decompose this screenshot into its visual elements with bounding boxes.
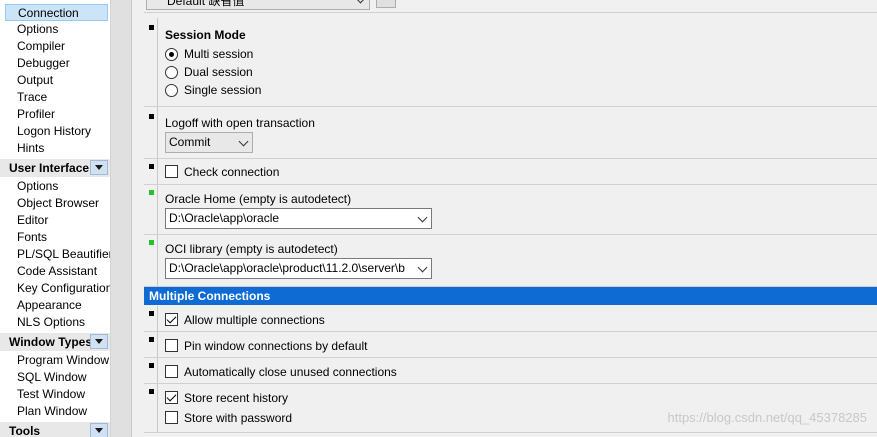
group-window-types[interactable]: Window Types bbox=[0, 332, 110, 351]
divider bbox=[157, 159, 158, 184]
auto-close-checkbox[interactable] bbox=[165, 365, 178, 378]
radio-label: Single session bbox=[184, 83, 262, 97]
chevron-down-icon bbox=[355, 0, 366, 4]
divider bbox=[157, 185, 158, 234]
divider bbox=[157, 384, 158, 432]
check-connection-row: Check connection bbox=[144, 159, 877, 185]
set-options-button[interactable] bbox=[376, 0, 396, 8]
chevron-down-icon bbox=[417, 262, 428, 273]
tree-item-plan-window[interactable]: Plan Window bbox=[17, 403, 87, 420]
tree-item-sql-window[interactable]: SQL Window bbox=[17, 369, 87, 386]
oracle-home-row: Oracle Home (empty is autodetect) D:\Ora… bbox=[144, 185, 877, 235]
allow-multiple-checkbox[interactable] bbox=[165, 313, 178, 326]
checkbox-label: Store with password bbox=[184, 411, 293, 425]
tree-item-compiler[interactable]: Compiler bbox=[17, 38, 65, 55]
radio-multi-session[interactable] bbox=[165, 48, 178, 61]
logoff-value: Commit bbox=[169, 135, 211, 149]
divider bbox=[157, 18, 158, 106]
logoff-combo[interactable]: Commit bbox=[165, 132, 253, 153]
splitter[interactable] bbox=[111, 0, 132, 437]
auto-close-row: Automatically close unused connections bbox=[144, 358, 877, 384]
chevron-down-icon[interactable] bbox=[90, 334, 108, 349]
store-password-checkbox[interactable] bbox=[165, 411, 178, 424]
tree-item-trace[interactable]: Trace bbox=[17, 89, 47, 106]
tree-item-test-window[interactable]: Test Window bbox=[17, 386, 85, 403]
tree-item-appearance[interactable]: Appearance bbox=[17, 297, 82, 314]
tree-item-plsql-beautifier[interactable]: PL/SQL Beautifier bbox=[17, 246, 110, 263]
tree-item-hints[interactable]: Hints bbox=[17, 140, 44, 157]
divider bbox=[157, 358, 158, 383]
tree-item-object-browser[interactable]: Object Browser bbox=[17, 195, 99, 212]
tree-item-output[interactable]: Output bbox=[17, 72, 53, 89]
check-connection-checkbox[interactable] bbox=[165, 165, 178, 178]
tree-item-fonts[interactable]: Fonts bbox=[17, 229, 47, 246]
row-marker bbox=[149, 25, 154, 30]
pin-connections-row: Pin window connections by default bbox=[144, 332, 877, 358]
tree-item-debugger[interactable]: Debugger bbox=[17, 55, 70, 72]
tree-item-program-window[interactable]: Program Window bbox=[17, 352, 109, 369]
checkbox-label: Pin window connections by default bbox=[184, 339, 368, 353]
checkbox-label: Check connection bbox=[184, 165, 280, 179]
session-mode-title: Session Mode bbox=[165, 28, 246, 42]
row-marker bbox=[149, 363, 154, 368]
chevron-down-icon bbox=[238, 136, 249, 147]
store-history-checkbox[interactable] bbox=[165, 391, 178, 404]
row-marker bbox=[149, 190, 154, 195]
group-label: Tools bbox=[9, 424, 41, 437]
tree-item-logon-history[interactable]: Logon History bbox=[17, 123, 91, 140]
row-marker bbox=[149, 389, 154, 394]
session-mode-row: Session Mode Multi session Dual session … bbox=[144, 18, 877, 107]
radio-label: Multi session bbox=[184, 47, 254, 61]
tree-item-editor[interactable]: Editor bbox=[17, 212, 48, 229]
group-user-interface[interactable]: User Interface bbox=[0, 158, 110, 177]
oracle-home-combo[interactable]: D:\Oracle\app\oracle bbox=[165, 208, 432, 229]
divider bbox=[157, 306, 158, 331]
oracle-home-value: D:\Oracle\app\oracle bbox=[169, 211, 280, 225]
store-history-row: Store recent history Store with password bbox=[144, 384, 877, 433]
watermark: https://blog.csdn.net/qq_45378285 bbox=[667, 410, 868, 425]
multiple-connections-header: Multiple Connections bbox=[144, 287, 877, 305]
row-marker bbox=[149, 164, 154, 169]
oci-library-value: D:\Oracle\app\oracle\product\11.2.0\serv… bbox=[169, 261, 405, 275]
chevron-down-icon bbox=[417, 212, 428, 223]
oci-library-label: OCI library (empty is autodetect) bbox=[165, 242, 338, 256]
tree-item-key-configuration[interactable]: Key Configuration bbox=[17, 280, 110, 297]
chevron-down-icon[interactable] bbox=[90, 160, 108, 175]
group-label: User Interface bbox=[9, 161, 90, 175]
preferences-tree: Connection Options Compiler Debugger Out… bbox=[0, 0, 111, 437]
checkbox-label: Allow multiple connections bbox=[184, 313, 325, 327]
preference-set-value: Default 缺省值 bbox=[167, 0, 245, 8]
group-label: Window Types bbox=[9, 335, 93, 349]
checkbox-label: Store recent history bbox=[184, 391, 289, 405]
row-marker bbox=[149, 311, 154, 316]
divider bbox=[144, 12, 877, 13]
logoff-label: Logoff with open transaction bbox=[165, 116, 315, 130]
row-marker bbox=[149, 114, 154, 119]
oci-library-combo[interactable]: D:\Oracle\app\oracle\product\11.2.0\serv… bbox=[165, 258, 432, 279]
radio-label: Dual session bbox=[184, 65, 253, 79]
tree-item-profiler[interactable]: Profiler bbox=[17, 106, 55, 123]
tree-item-nls-options[interactable]: NLS Options bbox=[17, 314, 85, 331]
tree-item-options[interactable]: Options bbox=[17, 21, 58, 38]
tree-item-code-assistant[interactable]: Code Assistant bbox=[17, 263, 97, 280]
divider bbox=[157, 235, 158, 286]
oracle-home-label: Oracle Home (empty is autodetect) bbox=[165, 192, 352, 206]
group-tools[interactable]: Tools bbox=[0, 421, 110, 437]
tree-item-ui-options[interactable]: Options bbox=[17, 178, 58, 195]
pin-connections-checkbox[interactable] bbox=[165, 339, 178, 352]
settings-panel: Default 缺省值 Session Mode Multi session D… bbox=[132, 0, 877, 437]
radio-single-session[interactable] bbox=[165, 84, 178, 97]
radio-dual-session[interactable] bbox=[165, 66, 178, 79]
tree-item-connection[interactable]: Connection bbox=[5, 4, 108, 21]
row-marker bbox=[149, 240, 154, 245]
allow-multiple-row: Allow multiple connections bbox=[144, 306, 877, 332]
divider bbox=[157, 107, 158, 158]
chevron-down-icon[interactable] bbox=[90, 423, 108, 437]
divider bbox=[157, 332, 158, 357]
preference-set-combo[interactable]: Default 缺省值 bbox=[146, 0, 370, 10]
row-marker bbox=[149, 337, 154, 342]
oci-library-row: OCI library (empty is autodetect) D:\Ora… bbox=[144, 235, 877, 287]
logoff-row: Logoff with open transaction Commit bbox=[144, 107, 877, 159]
checkbox-label: Automatically close unused connections bbox=[184, 365, 397, 379]
